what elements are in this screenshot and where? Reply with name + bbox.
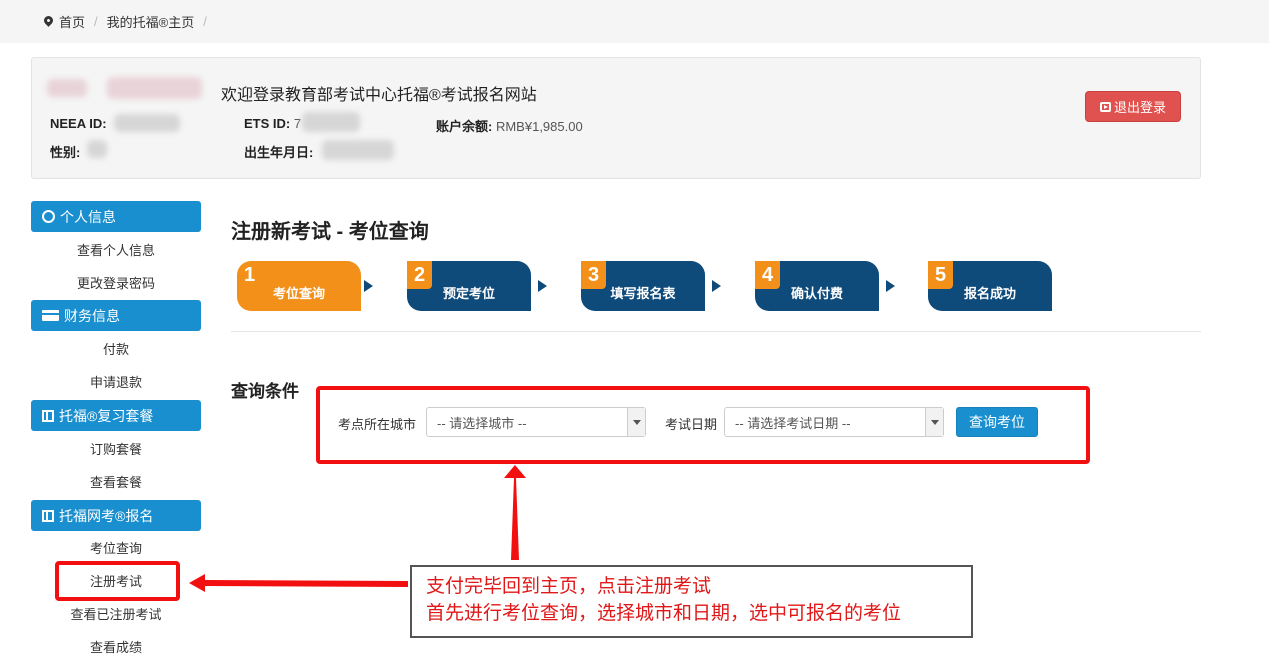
annotation-arrow-up xyxy=(504,465,526,560)
annotation-line-1: 支付完毕回到主页，点击注册考试 xyxy=(426,576,712,597)
annotation-callout: 支付完毕回到主页，点击注册考试 首先进行考位查询，选择城市和日期，选中可报名的考… xyxy=(410,565,973,638)
annotation-line-2: 首先进行考位查询，选择城市和日期，选中可报名的考位 xyxy=(426,603,902,624)
annotation-arrow-left xyxy=(189,574,408,592)
